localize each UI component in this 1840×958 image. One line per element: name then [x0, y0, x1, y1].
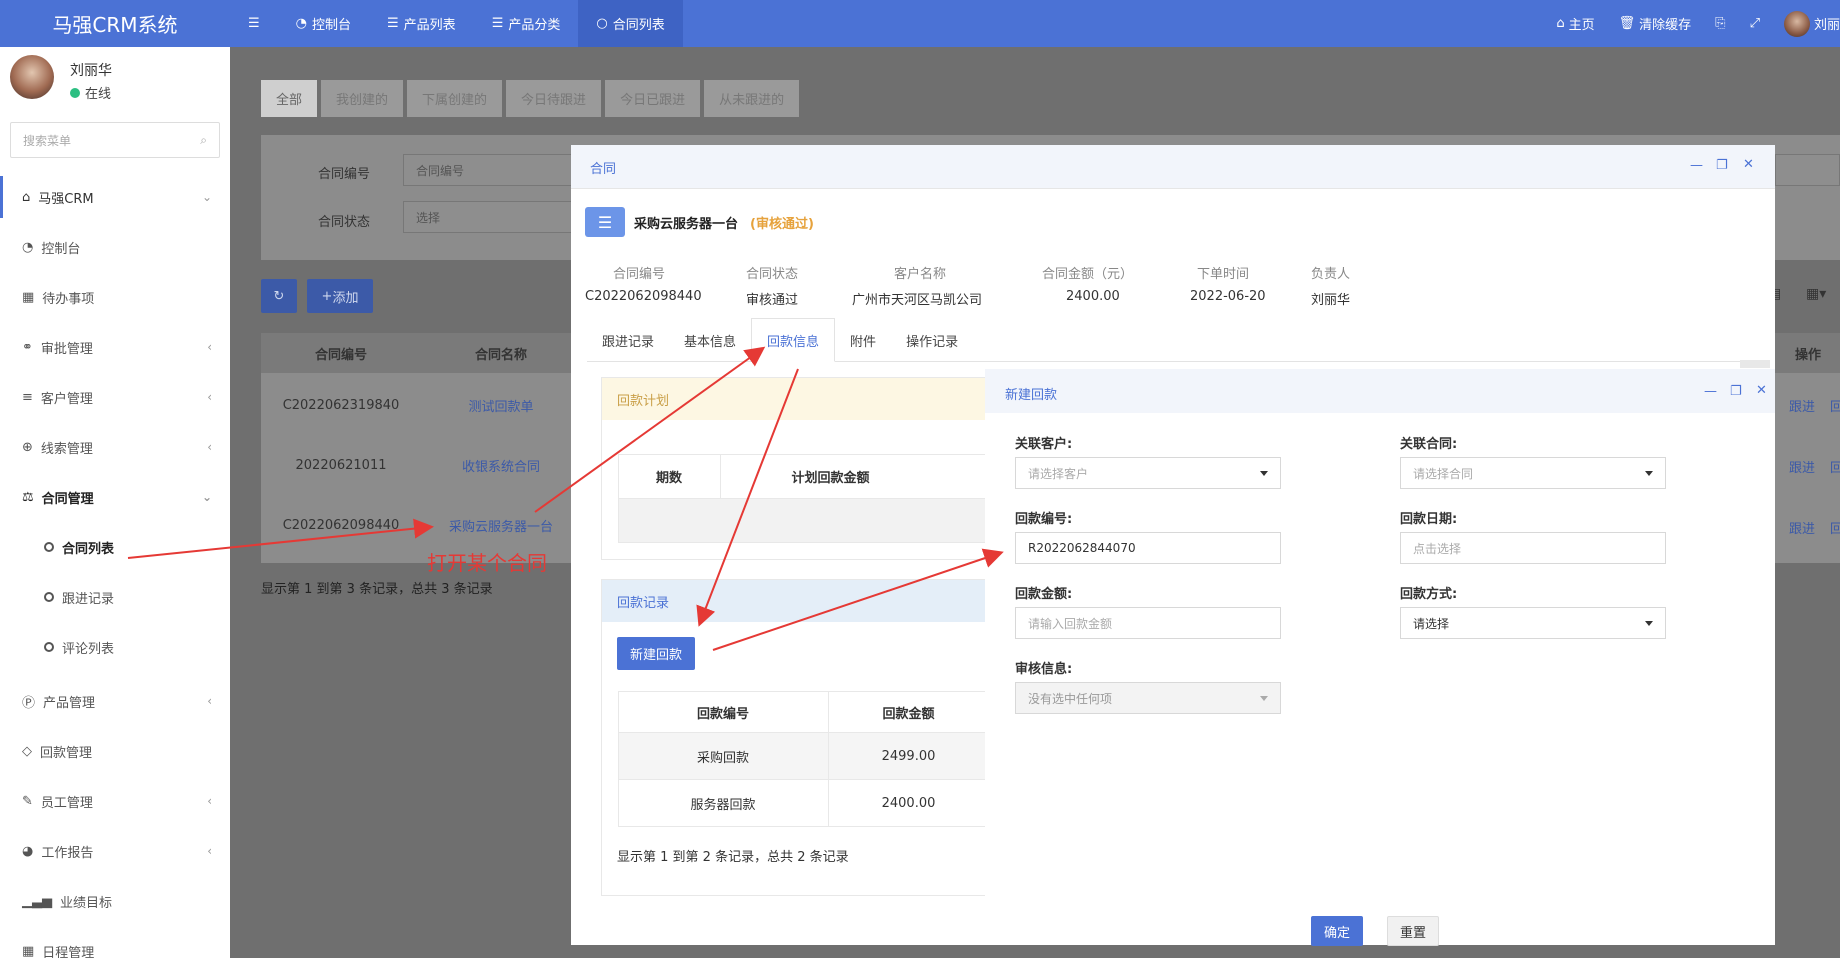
annotation-text: 打开某个合同 — [427, 551, 547, 575]
arrow-to-payment-form — [712, 548, 1004, 651]
arrow-to-contract-row — [127, 518, 434, 559]
arrow-to-new-payment-button — [696, 368, 799, 627]
annotation-arrows — [127, 346, 1004, 651]
arrow-to-payment-tab — [534, 346, 766, 513]
